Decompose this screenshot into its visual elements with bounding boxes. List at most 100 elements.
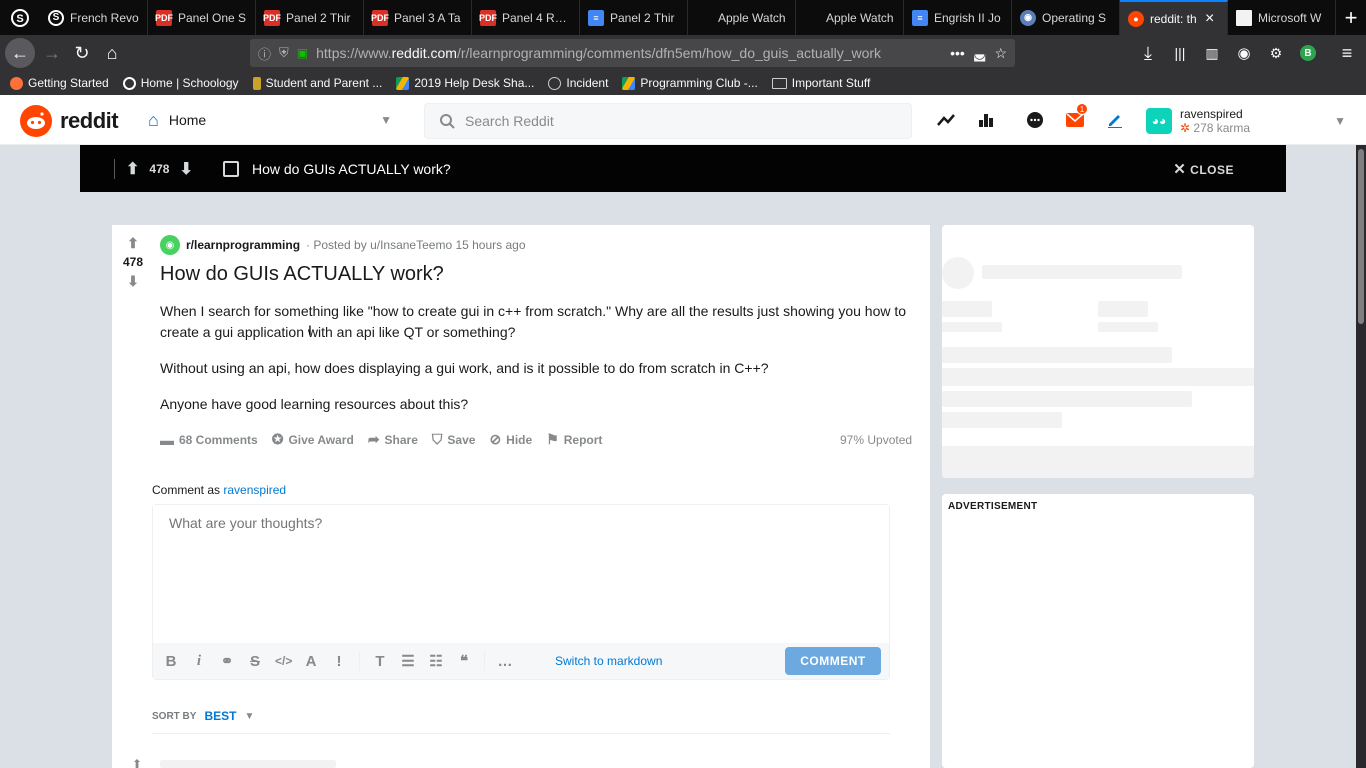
account-icon[interactable]: ◉ <box>1229 38 1259 68</box>
sidebar-toggle-icon[interactable]: S <box>0 0 40 35</box>
comment-submit-button[interactable]: COMMENT <box>785 647 881 675</box>
stats-icon[interactable] <box>975 109 997 131</box>
link-icon[interactable]: ⚭ <box>219 652 235 670</box>
bookmark-help-desk[interactable]: 2019 Help Desk Sha... <box>396 76 534 90</box>
upvote-icon[interactable]: ⬆ <box>127 235 139 251</box>
bookmark-incident[interactable]: Incident <box>548 76 608 90</box>
library-icon[interactable]: ||| <box>1165 38 1195 68</box>
scrollbar-thumb[interactable] <box>1358 149 1364 324</box>
menu-icon[interactable]: ≡ <box>1332 38 1362 68</box>
home-dropdown[interactable]: ⌂ Home ▼ <box>148 103 398 137</box>
save-button[interactable]: ⛉ Save <box>432 431 476 448</box>
comment-user-link[interactable]: ravenspired <box>223 483 286 497</box>
comments-button[interactable]: ▬ 68 Comments <box>160 432 258 448</box>
browser-tab[interactable]: ≡ Panel 2 Thir <box>580 0 688 35</box>
url-bar[interactable]: ⓘ ⛨ ▣ https://www.reddit.com/r/learnprog… <box>250 39 1015 67</box>
post-top-bar: ⬆ 478 ⬇ How do GUIs ACTUALLY work? ✕ CLO… <box>80 145 1286 192</box>
browser-tab[interactable]: Apple Watch <box>796 0 904 35</box>
posted-by[interactable]: · Posted by u/InsaneTeemo 15 hours ago <box>306 238 525 252</box>
strikethrough-icon[interactable]: S <box>247 653 263 670</box>
browser-tab[interactable]: PDF Panel 3 A Ta <box>364 0 472 35</box>
bookmark-programming-club[interactable]: Programming Club -... <box>622 76 758 90</box>
apple-icon <box>696 10 712 26</box>
home-label: Home <box>168 112 207 128</box>
bookmark-important-stuff[interactable]: Important Stuff <box>771 76 871 90</box>
close-tab-icon[interactable]: × <box>1205 10 1219 28</box>
sort-by-control[interactable]: SORT BY BEST ▼ <box>152 709 254 723</box>
forward-button[interactable]: → <box>37 38 67 68</box>
info-icon[interactable]: ⓘ <box>258 44 271 63</box>
star-icon[interactable]: ☆ <box>994 45 1007 62</box>
subreddit-icon[interactable]: ◉ <box>160 235 180 255</box>
loading-placeholder <box>942 368 1254 386</box>
subreddit-link[interactable]: r/learnprogramming <box>186 238 300 252</box>
create-post-icon[interactable] <box>1104 109 1126 131</box>
back-button[interactable]: ← <box>5 38 35 68</box>
bookmark-schoology[interactable]: Home | Schoology <box>122 76 239 90</box>
tab-label: Microsoft W <box>1258 10 1322 25</box>
downvote-icon[interactable]: ⬇ <box>179 159 192 179</box>
downvote-icon[interactable]: ⬇ <box>127 273 139 289</box>
pocket-icon[interactable]: ◛ <box>973 45 987 62</box>
browser-tab[interactable]: Apple Watch <box>688 0 796 35</box>
browser-tab[interactable]: Microsoft W <box>1228 0 1336 35</box>
sidebar-icon[interactable]: ▥ <box>1197 38 1227 68</box>
reddit-logo[interactable]: reddit <box>20 105 119 137</box>
url-text: https://www.reddit.com/r/learnprogrammin… <box>316 45 896 61</box>
close-button[interactable]: ✕ CLOSE <box>1173 160 1234 178</box>
comment-as: Comment as ravenspired <box>152 483 286 497</box>
search-input[interactable]: Search Reddit <box>424 103 912 139</box>
home-button[interactable]: ⌂ <box>97 38 127 68</box>
give-award-button[interactable]: ✪ Give Award <box>272 431 354 448</box>
extension-b-icon[interactable]: B <box>1293 38 1323 68</box>
download-icon[interactable]: ⤓ <box>1133 38 1163 68</box>
numbered-list-icon[interactable]: ☷ <box>428 652 444 670</box>
browser-tab[interactable]: S French Revo <box>40 0 148 35</box>
shield-icon[interactable]: ⛨ <box>279 45 289 61</box>
new-tab-button[interactable]: + <box>1336 5 1366 31</box>
chat-icon[interactable] <box>1024 109 1046 131</box>
more-icon[interactable]: ••• <box>950 45 965 61</box>
bookmark-label: Important Stuff <box>791 76 871 90</box>
bookmark-label: Student and Parent ... <box>265 76 383 90</box>
hide-button[interactable]: ⊘ Hide <box>489 431 532 448</box>
browser-tab[interactable]: PDF Panel 4 Roya <box>472 0 580 35</box>
upvote-icon[interactable]: ⬆ <box>132 757 142 768</box>
heading-icon[interactable]: T <box>372 653 388 670</box>
browser-tab[interactable]: ≡ Engrish II Jo <box>904 0 1012 35</box>
reload-button[interactable]: ↻ <box>67 38 97 68</box>
user-dropdown[interactable]: ◕◕ ravenspired ✲ 278 karma ▼ <box>1146 103 1356 139</box>
share-icon: ➦ <box>367 431 380 447</box>
bulleted-list-icon[interactable]: ☰ <box>400 652 416 670</box>
browser-tab[interactable]: PDF Panel One S <box>148 0 256 35</box>
bookmark-student-parent[interactable]: Student and Parent ... <box>252 76 383 90</box>
mail-icon[interactable]: 1 <box>1064 103 1088 131</box>
bold-icon[interactable]: B <box>163 653 179 670</box>
report-button[interactable]: ⚑ Report <box>546 431 602 448</box>
bookmark-getting-started[interactable]: Getting Started <box>10 76 109 90</box>
browser-tab[interactable]: PDF Panel 2 Thir <box>256 0 364 35</box>
share-button[interactable]: ➦ Share <box>368 431 418 448</box>
code-icon[interactable]: </> <box>275 654 292 668</box>
google-drive-icon <box>396 76 410 90</box>
italic-icon[interactable]: i <box>191 653 207 670</box>
scrollbar[interactable] <box>1356 145 1366 768</box>
comment-textarea[interactable] <box>153 505 889 643</box>
google-docs-icon: ≡ <box>912 9 928 26</box>
bookmark-icon: ⛉ <box>431 431 443 447</box>
superscript-icon[interactable]: A <box>303 653 319 670</box>
spoiler-icon[interactable]: ! <box>331 653 347 670</box>
quote-icon[interactable]: ❝ <box>456 652 472 670</box>
comment-icon: ▬ <box>160 431 174 448</box>
bookmark-label: Getting Started <box>28 76 109 90</box>
flag-icon: ⚑ <box>546 431 559 447</box>
extension-icon[interactable]: ⚙ <box>1261 38 1291 68</box>
post-score: 478 <box>122 255 144 269</box>
upvote-icon[interactable]: ⬆ <box>126 159 139 179</box>
save-label: Save <box>447 432 476 447</box>
more-options-icon[interactable]: … <box>497 653 513 670</box>
browser-tab[interactable]: ◉ Operating S <box>1012 0 1120 35</box>
browser-tab-active[interactable]: ● reddit: th × <box>1120 0 1228 35</box>
trending-icon[interactable] <box>935 109 957 131</box>
switch-to-markdown-link[interactable]: Switch to markdown <box>555 654 662 668</box>
